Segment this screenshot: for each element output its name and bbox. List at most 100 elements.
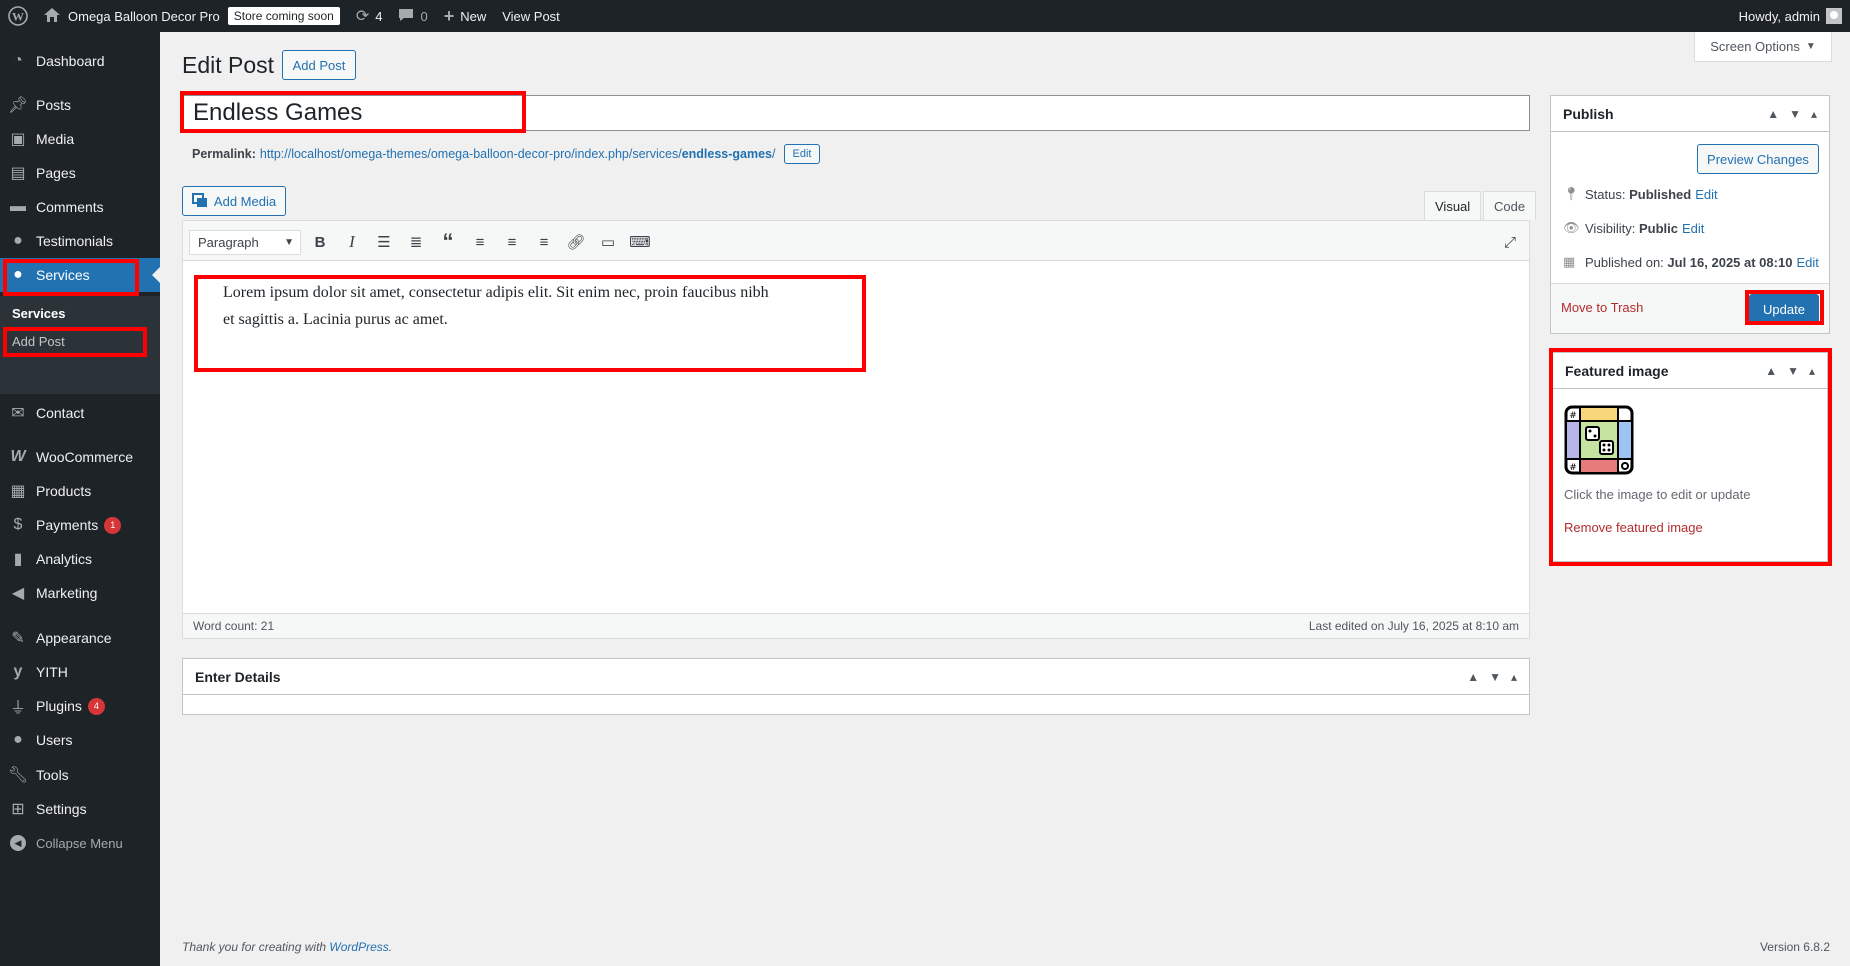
status-label: Status: bbox=[1585, 186, 1626, 202]
word-count: Word count: 21 bbox=[193, 619, 275, 633]
collapse-menu-button[interactable]: ◀ Collapse Menu bbox=[0, 826, 160, 860]
toggle-panel-icon[interactable]: ▴ bbox=[1809, 364, 1815, 378]
move-up-icon[interactable]: ▲ bbox=[1467, 670, 1479, 684]
move-up-icon[interactable]: ▲ bbox=[1767, 107, 1779, 121]
sidebar-item-appearance[interactable]: ✎ Appearance bbox=[0, 621, 160, 655]
collapse-icon: ◀ bbox=[0, 835, 36, 851]
format-select[interactable]: Paragraph ▼ bbox=[189, 230, 301, 255]
eye-icon: 👁︎ bbox=[1563, 220, 1580, 235]
fullscreen-button[interactable]: ⤢ bbox=[1497, 230, 1523, 254]
align-left-button[interactable]: ≡ bbox=[467, 230, 493, 254]
sidebar-item-label: Payments bbox=[36, 517, 99, 533]
bullet-list-button[interactable]: ☰ bbox=[371, 230, 397, 254]
sidebar-item-posts[interactable]: 📌︎ Posts bbox=[0, 88, 160, 122]
add-media-button[interactable]: Add Media bbox=[182, 186, 286, 216]
comments-link[interactable]: 0 bbox=[390, 0, 435, 32]
toggle-panel-icon[interactable]: ▴ bbox=[1811, 107, 1817, 121]
sidebar-item-products[interactable]: ▦ Products bbox=[0, 474, 160, 508]
insert-link-button[interactable]: 🔗︎ bbox=[563, 230, 589, 254]
editor-tabs-code: Code bbox=[1483, 191, 1537, 220]
bold-button[interactable]: B bbox=[307, 230, 333, 254]
sidebar-item-settings[interactable]: ⊞ Settings bbox=[0, 792, 160, 826]
publish-title: Publish bbox=[1563, 105, 1614, 122]
wordpress-logo-icon[interactable]: W bbox=[0, 0, 36, 32]
remove-featured-image-link[interactable]: Remove featured image bbox=[1564, 520, 1703, 535]
italic-button[interactable]: I bbox=[339, 230, 365, 254]
tab-code[interactable]: Code bbox=[1483, 191, 1537, 220]
featured-image-thumbnail[interactable]: # # bbox=[1564, 405, 1634, 478]
caret-down-icon: ▼ bbox=[284, 237, 294, 248]
add-post-button[interactable]: Add Post bbox=[282, 50, 356, 80]
user-icon: ● bbox=[13, 232, 23, 249]
my-account-link[interactable]: Howdy, admin bbox=[1731, 0, 1850, 32]
yith-icon: y bbox=[13, 663, 23, 680]
home-icon bbox=[44, 7, 60, 25]
editor-content[interactable]: Lorem ipsum dolor sit amet, consectetur … bbox=[223, 279, 783, 333]
toolbar-toggle-button[interactable]: ⌨ bbox=[627, 230, 653, 254]
move-to-trash-link[interactable]: Move to Trash bbox=[1561, 300, 1643, 315]
sidebar-item-label: Tools bbox=[36, 767, 69, 783]
publish-box: Publish ▲ ▼ ▴ Preview Changes 📍︎ Status:… bbox=[1550, 95, 1830, 334]
wrench-icon: 🔧︎ bbox=[7, 767, 29, 784]
update-button[interactable]: Update bbox=[1749, 294, 1819, 324]
sidebar-item-media[interactable]: ▣ Media bbox=[0, 122, 160, 156]
featured-image-hint: Click the image to edit or update bbox=[1564, 487, 1751, 502]
sidebar-item-label: Testimonials bbox=[36, 233, 114, 249]
numbered-list-icon: ≣ bbox=[409, 234, 423, 251]
blockquote-button[interactable]: “ bbox=[435, 229, 461, 254]
sidebar-item-pages[interactable]: ▤ Pages bbox=[0, 156, 160, 190]
move-up-icon[interactable]: ▲ bbox=[1765, 364, 1777, 378]
sidebar-item-tools[interactable]: 🔧︎ Tools bbox=[0, 758, 160, 792]
envelope-icon: ✉ bbox=[11, 405, 25, 422]
view-post-link[interactable]: View Post bbox=[494, 0, 568, 32]
plugins-badge: 4 bbox=[87, 697, 105, 715]
pin-icon: 📌︎ bbox=[7, 97, 29, 114]
sidebar-item-plugins[interactable]: ⏚ Plugins 4 bbox=[0, 689, 160, 723]
sidebar-item-contact[interactable]: ✉ Contact bbox=[0, 396, 160, 430]
updates-link[interactable]: ⟳ 4 bbox=[348, 0, 391, 32]
sidebar-item-analytics[interactable]: ▮ Analytics bbox=[0, 542, 160, 576]
permalink-base: http://localhost/omega-themes/omega-ball… bbox=[259, 147, 682, 161]
editor-toolbar: Paragraph ▼ B I ☰ ≣ “ ≡ ≡ ≡ 🔗︎ ▭ ⌨ ⤢ bbox=[183, 221, 1529, 261]
submenu-item-add-post[interactable]: Add Post bbox=[12, 334, 65, 349]
sidebar-item-yith[interactable]: y YITH bbox=[0, 655, 160, 689]
submenu-heading[interactable]: Services bbox=[12, 306, 66, 321]
screen-options-button[interactable]: Screen Options ▼ bbox=[1694, 32, 1832, 62]
post-title-input[interactable]: Endless Games bbox=[182, 95, 1530, 131]
move-down-icon[interactable]: ▼ bbox=[1787, 364, 1799, 378]
align-right-button[interactable]: ≡ bbox=[531, 230, 557, 254]
preview-changes-button[interactable]: Preview Changes bbox=[1697, 144, 1819, 174]
wordpress-link[interactable]: WordPress bbox=[329, 940, 388, 954]
sidebar-item-woocommerce[interactable]: W WooCommerce bbox=[0, 440, 160, 474]
permalink-link[interactable]: http://localhost/omega-themes/omega-ball… bbox=[260, 147, 776, 161]
edit-visibility-link[interactable]: Edit bbox=[1682, 221, 1704, 236]
move-down-icon[interactable]: ▼ bbox=[1789, 107, 1801, 121]
services-submenu: Services Add Post bbox=[0, 296, 160, 394]
footer-thanks: Thank you for creating with WordPress. bbox=[182, 940, 392, 954]
edit-date-link[interactable]: Edit bbox=[1796, 255, 1818, 270]
archive-icon: ▦ bbox=[10, 483, 26, 500]
sidebar-item-services[interactable]: ● Services bbox=[0, 258, 160, 292]
sidebar-item-users[interactable]: ● Users bbox=[0, 723, 160, 757]
tab-visual[interactable]: Visual bbox=[1424, 191, 1482, 220]
sidebar-item-comments[interactable]: ▬ Comments bbox=[0, 190, 160, 224]
read-more-button[interactable]: ▭ bbox=[595, 230, 621, 254]
admin-bar: W Omega Balloon Decor Pro Store coming s… bbox=[0, 0, 1850, 32]
numbered-list-button[interactable]: ≣ bbox=[403, 230, 429, 254]
toggle-panel-icon[interactable]: ▴ bbox=[1511, 670, 1517, 684]
permalink-edit-button[interactable]: Edit bbox=[783, 144, 821, 164]
edit-status-link[interactable]: Edit bbox=[1695, 187, 1717, 202]
site-name-link[interactable]: Omega Balloon Decor Pro Store coming soo… bbox=[36, 0, 348, 32]
sidebar-item-payments[interactable]: $ Payments 1 bbox=[0, 508, 160, 542]
quote-icon: “ bbox=[442, 229, 454, 254]
move-down-icon[interactable]: ▼ bbox=[1489, 670, 1501, 684]
visibility-row: 👁︎ Visibility: Public Edit bbox=[1563, 220, 1704, 236]
sidebar-item-testimonials[interactable]: ● Testimonials bbox=[0, 224, 160, 258]
sidebar-item-marketing[interactable]: ◀ Marketing bbox=[0, 576, 160, 610]
sidebar-item-dashboard[interactable]: ◔ Dashboard bbox=[0, 44, 160, 78]
permalink-label: Permalink: bbox=[192, 147, 256, 161]
megaphone-icon: ◀ bbox=[11, 585, 25, 602]
new-content-link[interactable]: + New bbox=[436, 0, 495, 32]
pages-icon: ▤ bbox=[10, 165, 26, 182]
align-center-button[interactable]: ≡ bbox=[499, 230, 525, 254]
